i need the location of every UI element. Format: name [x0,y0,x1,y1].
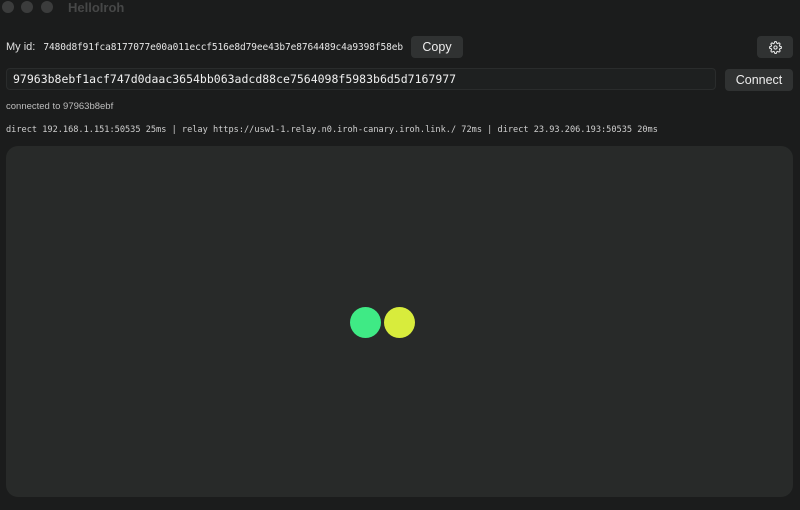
settings-button[interactable] [757,36,793,58]
local-peer-dot[interactable] [350,307,381,338]
my-id-label: My id: [6,41,36,53]
maximize-window-button[interactable] [41,1,53,13]
peer-id-input[interactable] [6,68,716,90]
close-window-button[interactable] [2,1,14,13]
connect-button[interactable]: Connect [725,69,793,91]
my-id-row: My id: 7480d8f91fca8177077e00a011eccf516… [6,36,463,58]
connection-paths: direct 192.168.1.151:50535 25ms | relay … [6,125,658,135]
remote-peer-dot[interactable] [384,307,415,338]
window-title: HelloIroh [68,0,125,15]
copy-button[interactable]: Copy [411,36,463,58]
title-bar: HelloIroh [0,0,800,18]
my-id-value: 7480d8f91fca8177077e00a011eccf516e8d79ee… [43,41,403,53]
minimize-window-button[interactable] [21,1,33,13]
connection-status: connected to 97963b8ebf [6,101,114,112]
app-window: HelloIroh My id: 7480d8f91fca8177077e00a… [0,0,800,510]
peer-canvas[interactable] [6,146,793,497]
gear-icon [768,40,782,54]
